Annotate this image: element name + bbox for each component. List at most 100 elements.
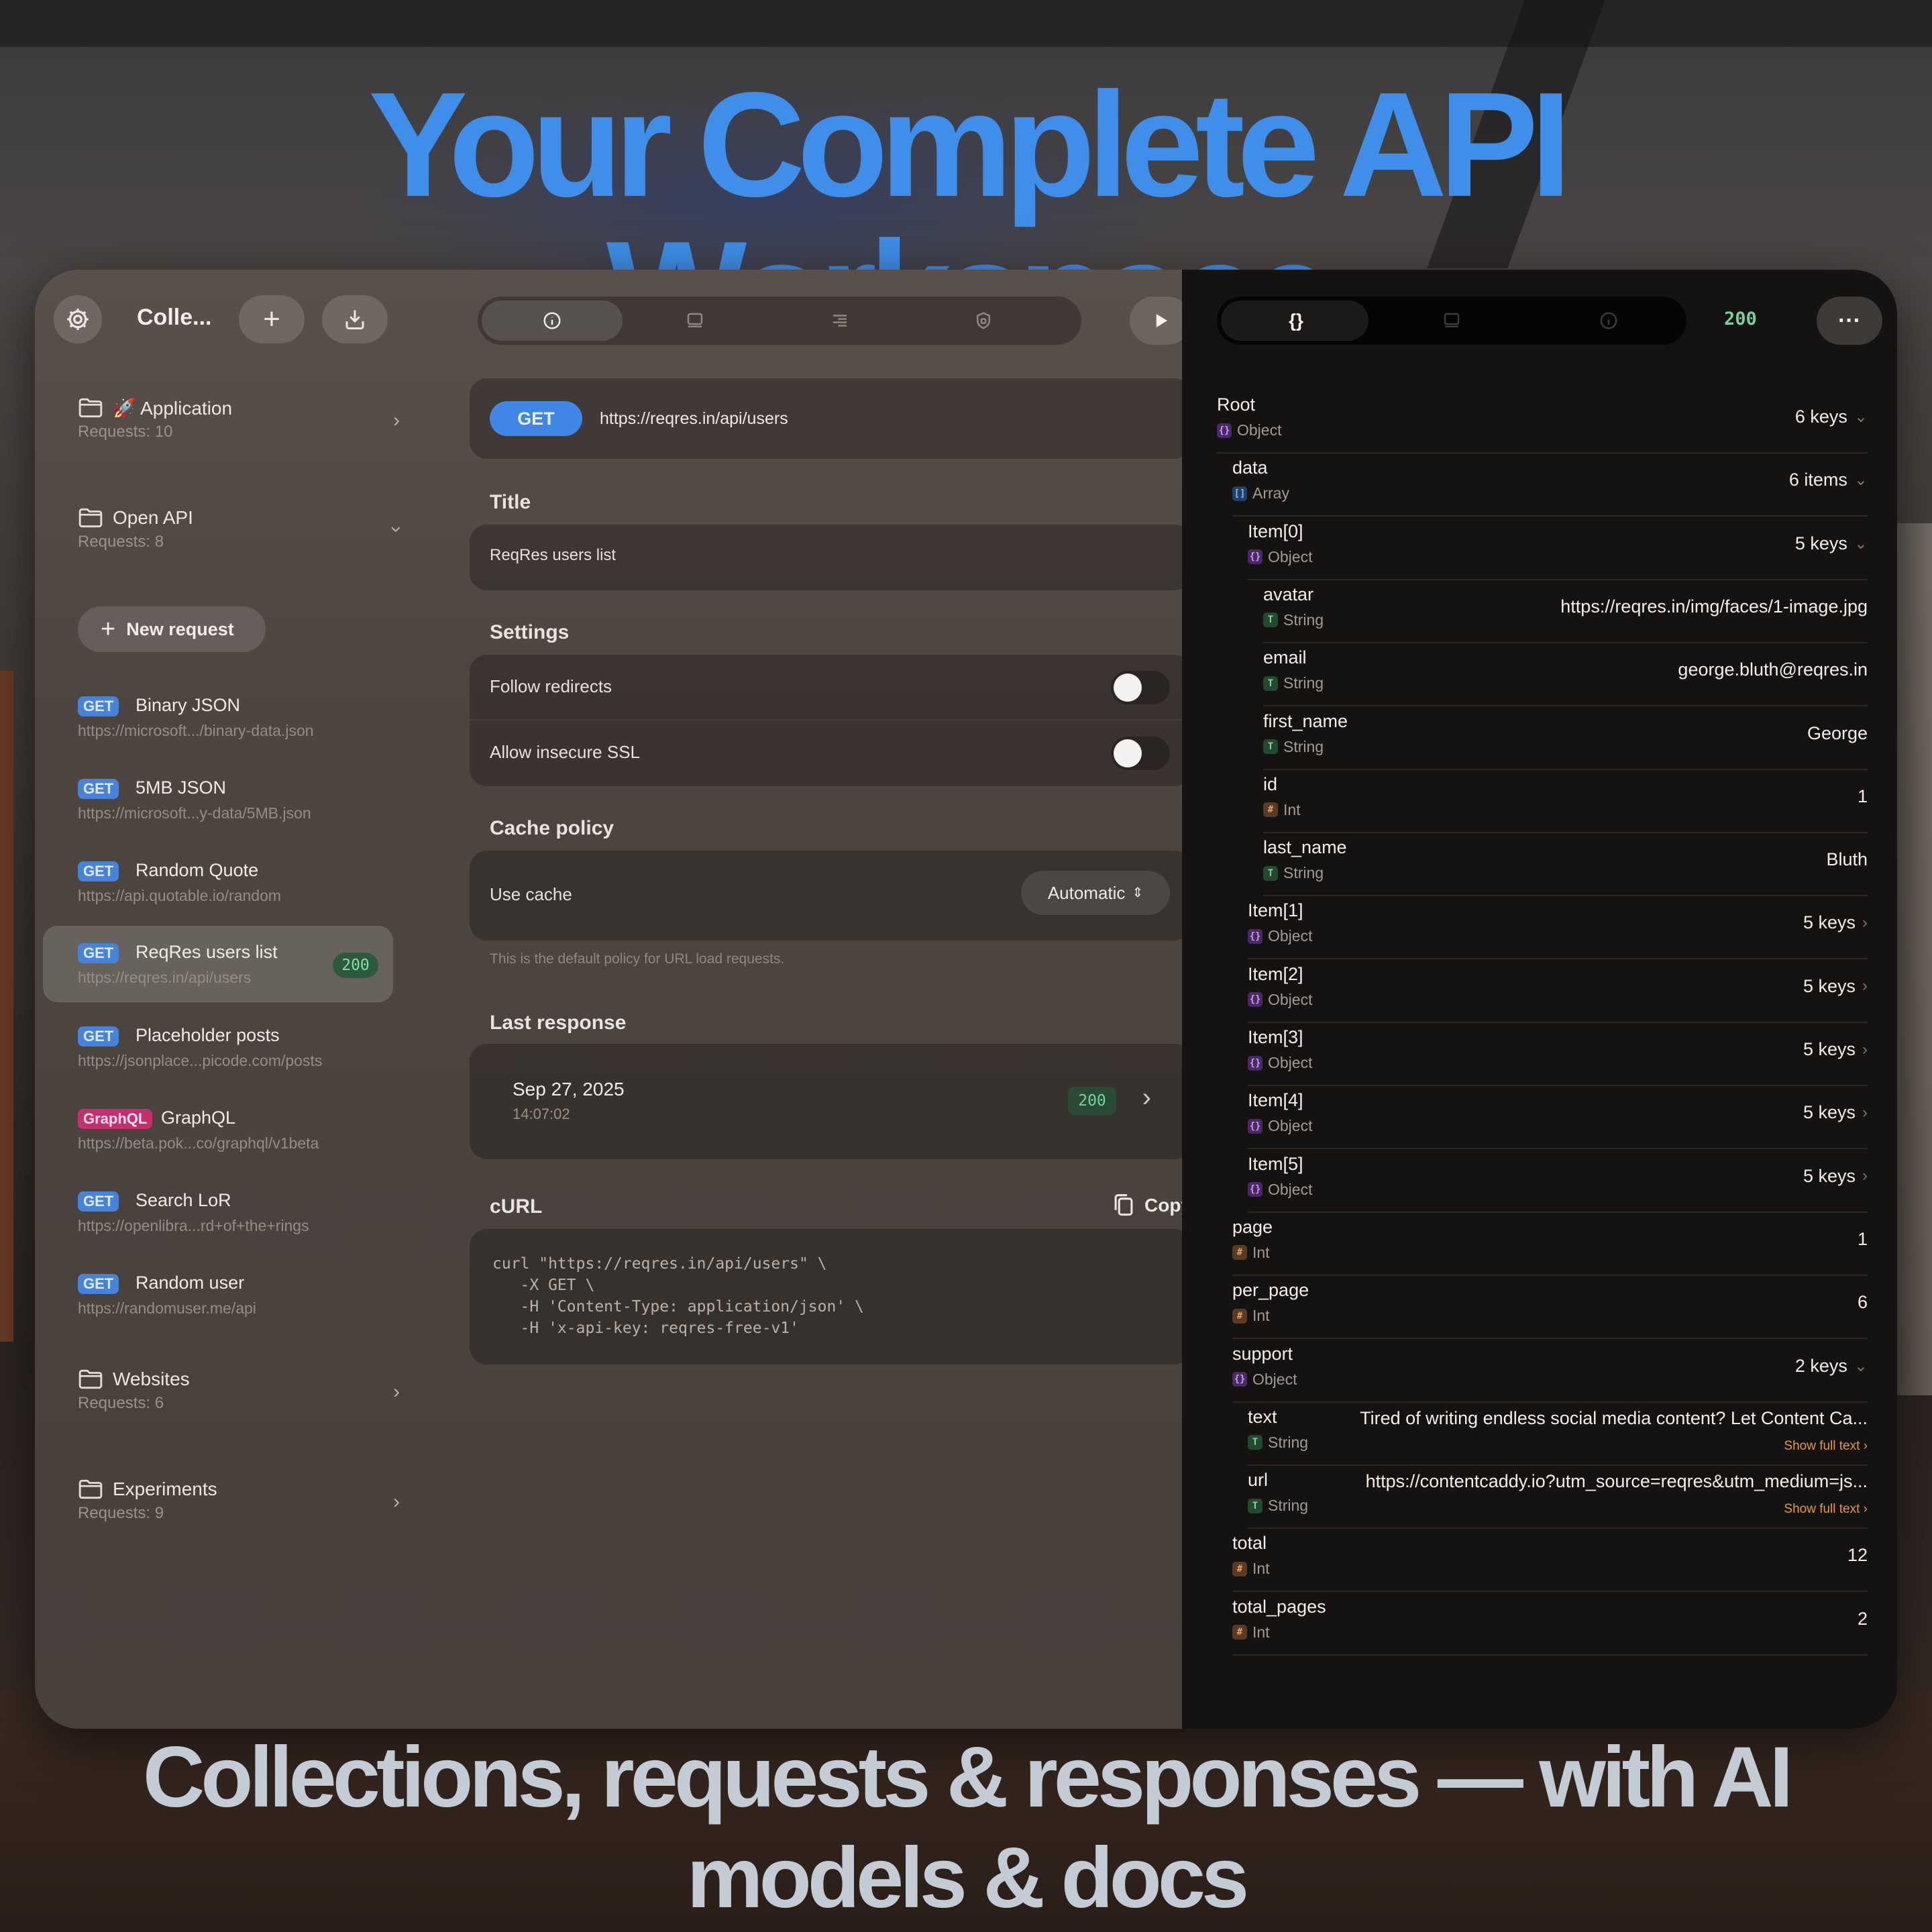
request-url: https://jsonplace...picode.com/posts: [78, 1052, 323, 1069]
type-icon: #: [1232, 1245, 1247, 1260]
json-node-row: total # Int 12: [1232, 1529, 1868, 1593]
json-key: Item[5]: [1248, 1153, 1303, 1174]
curl-code: curl "https://reqres.in/api/users" \ -X …: [492, 1255, 864, 1337]
json-node-row[interactable]: Item[0] {} Object 5 keys ⌄: [1248, 517, 1868, 580]
copy-icon: [1114, 1194, 1133, 1216]
headers-icon[interactable]: [828, 309, 852, 333]
method-selector[interactable]: GET: [490, 401, 582, 436]
type-icon: T: [1248, 1498, 1263, 1513]
folder-websites[interactable]: Websites Requests: 6 ›: [78, 1367, 407, 1428]
json-key: first_name: [1263, 710, 1348, 731]
request-item-selected[interactable]: GET ReqRes users list https://reqres.in/…: [43, 926, 393, 1002]
follow-redirects-toggle[interactable]: [1111, 671, 1170, 704]
json-type-label: Int: [1252, 1307, 1270, 1325]
info-icon[interactable]: [1597, 309, 1621, 333]
json-node-row[interactable]: Item[3] {} Object 5 keys ›: [1248, 1023, 1868, 1086]
json-node-row[interactable]: Item[2] {} Object 5 keys ›: [1248, 960, 1868, 1023]
preview-icon[interactable]: [1440, 309, 1464, 333]
json-type-label: String: [1268, 1497, 1309, 1515]
request-item[interactable]: GET Binary JSON https://microsoft.../bin…: [43, 682, 393, 758]
cache-hint: This is the default policy for URL load …: [490, 951, 785, 967]
import-button[interactable]: [322, 295, 388, 343]
json-node-count[interactable]: 2 keys ⌄: [1795, 1356, 1868, 1377]
title-value: ReqRes users list: [490, 546, 616, 564]
json-type: # Int: [1232, 1307, 1270, 1325]
sidebar: Colle... + 🚀 Application Requests: 10 › …: [35, 270, 411, 1729]
request-item[interactable]: GET 5MB JSON https://microsoft...y-data/…: [43, 764, 393, 841]
json-node-row[interactable]: Item[4] {} Object 5 keys ›: [1248, 1086, 1868, 1150]
json-type: T String: [1263, 738, 1324, 756]
type-icon: T: [1263, 676, 1278, 691]
request-item[interactable]: GraphQL GraphQL https://beta.pok...co/gr…: [43, 1094, 393, 1171]
json-type-label: Object: [1268, 927, 1313, 945]
body-icon[interactable]: [683, 309, 707, 333]
json-type-label: Object: [1268, 990, 1313, 1008]
type-icon: T: [1248, 1435, 1263, 1450]
json-key: support: [1232, 1343, 1293, 1364]
json-node-row: email T String george.bluth@reqres.in: [1263, 643, 1868, 707]
json-value: 6: [1857, 1292, 1868, 1313]
json-node-count[interactable]: 5 keys ›: [1803, 1039, 1868, 1060]
request-item[interactable]: GET Search LoR https://openlibra...rd+of…: [43, 1177, 393, 1253]
request-name: Search LoR: [136, 1190, 231, 1210]
json-type-label: String: [1283, 737, 1324, 755]
chevron-right-icon: ›: [1862, 1103, 1868, 1122]
json-key: Root: [1217, 394, 1256, 415]
request-item[interactable]: GET Placeholder posts https://jsonplace.…: [43, 1012, 393, 1088]
type-icon: #: [1232, 1625, 1247, 1640]
last-response-time: 14:07:02: [513, 1106, 570, 1122]
type-icon: {}: [1248, 1118, 1263, 1134]
json-node-count[interactable]: 6 items ⌄: [1789, 470, 1868, 490]
json-node-row[interactable]: Item[1] {} Object 5 keys ›: [1248, 896, 1868, 960]
last-response-card[interactable]: Sep 27, 2025 14:07:02 200 ›: [470, 1044, 1191, 1159]
folder-application[interactable]: 🚀 Application Requests: 10 ›: [78, 396, 407, 456]
request-name: Random user: [136, 1273, 245, 1293]
request-item[interactable]: GET Random user https://randomuser.me/ap…: [43, 1259, 393, 1336]
json-node-count[interactable]: 5 keys ›: [1803, 912, 1868, 933]
json-count-label: 5 keys: [1803, 1165, 1856, 1186]
json-node-row[interactable]: support {} Object 2 keys ⌄: [1232, 1340, 1868, 1403]
json-node-row: avatar T String https://reqres.in/img/faces…: [1263, 580, 1868, 643]
json-key: id: [1263, 773, 1278, 794]
editor-tabs: [478, 297, 1081, 345]
settings-section-label: Settings: [490, 621, 570, 643]
show-full-text-link[interactable]: Show full text ›: [1784, 1439, 1868, 1454]
json-count-label: 5 keys: [1803, 1102, 1856, 1123]
json-node-row[interactable]: Item[5] {} Object 5 keys ›: [1248, 1150, 1868, 1213]
chevron-right-icon: ›: [393, 1491, 400, 1513]
json-node-count[interactable]: 5 keys ›: [1803, 976, 1868, 997]
show-full-text-link[interactable]: Show full text ›: [1784, 1502, 1868, 1517]
json-node-count[interactable]: 5 keys ⌄: [1795, 533, 1868, 554]
request-item[interactable]: GET Random Quote https://api.quotable.io…: [43, 847, 393, 923]
method-badge: GET: [78, 1191, 119, 1212]
type-icon: []: [1232, 486, 1247, 501]
settings-button[interactable]: [54, 295, 102, 343]
more-button[interactable]: ···: [1817, 297, 1882, 345]
method-badge: GET: [78, 1026, 119, 1046]
url-input[interactable]: https://reqres.in/api/users: [600, 409, 788, 429]
copy-button[interactable]: Copy: [1112, 1193, 1191, 1218]
curl-code-block: curl "https://reqres.in/api/users" \ -X …: [470, 1229, 1191, 1364]
json-type-label: Object: [1252, 1370, 1297, 1388]
json-node-row[interactable]: data [] Array 6 items ⌄: [1232, 453, 1868, 517]
folder-experiments[interactable]: Experiments Requests: 9 ›: [78, 1477, 407, 1538]
request-url: https://randomuser.me/api: [78, 1299, 256, 1317]
title-field[interactable]: ReqRes users list: [470, 525, 1191, 590]
cache-policy-select[interactable]: Automatic ⇕: [1021, 871, 1170, 915]
import-icon: [345, 310, 364, 329]
json-node-count[interactable]: 6 keys ⌄: [1795, 407, 1868, 427]
auth-icon[interactable]: [971, 309, 996, 333]
json-key: Item[4]: [1248, 1090, 1303, 1111]
json-braces-icon[interactable]: {}: [1283, 309, 1309, 333]
json-type: {} Object: [1248, 991, 1312, 1009]
json-node-count[interactable]: 5 keys ›: [1803, 1166, 1868, 1187]
json-node-count[interactable]: 5 keys ›: [1803, 1102, 1868, 1123]
json-node-row[interactable]: Root {} Object 6 keys ⌄: [1217, 390, 1868, 453]
request-name: GraphQL: [161, 1108, 236, 1128]
json-type: {} Object: [1217, 421, 1281, 439]
add-button[interactable]: +: [239, 295, 305, 343]
info-icon[interactable]: [540, 309, 564, 333]
allow-insecure-ssl-toggle[interactable]: [1111, 737, 1170, 770]
new-request-button[interactable]: + New request: [78, 606, 266, 652]
folder-open-api[interactable]: Open API Requests: 8 ›: [78, 506, 408, 566]
